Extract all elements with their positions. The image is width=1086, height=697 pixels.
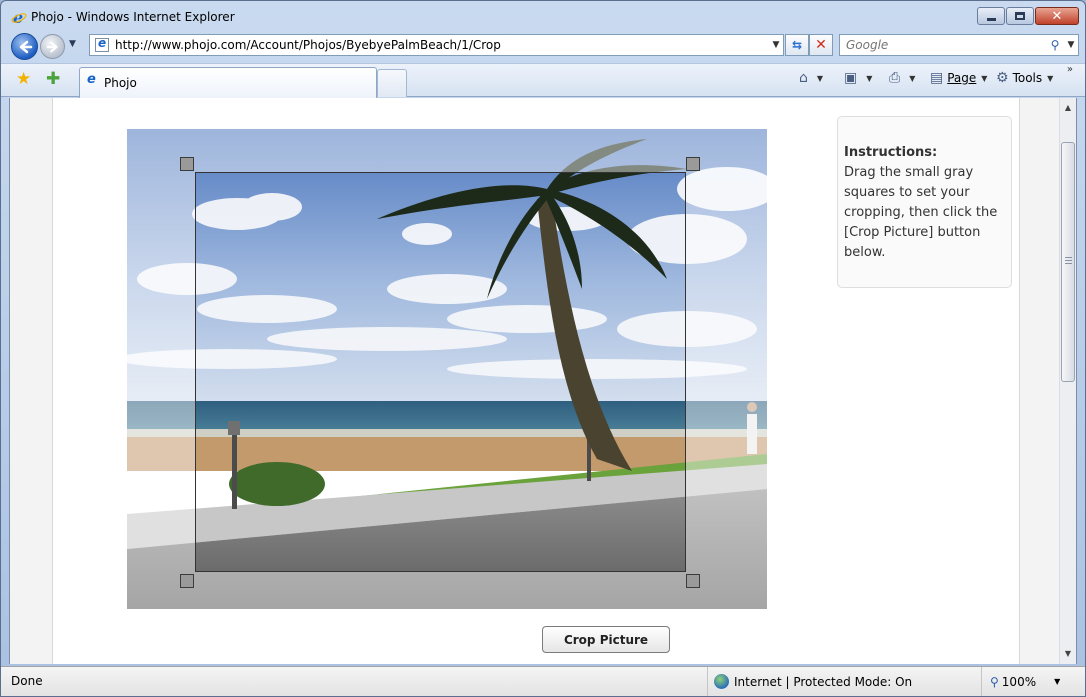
maximize-icon: [1015, 12, 1025, 20]
address-url[interactable]: http://www.phojo.com/Account/Phojos/Byeb…: [115, 38, 769, 52]
new-tab-button[interactable]: [377, 69, 407, 97]
forward-button[interactable]: [40, 34, 65, 59]
globe-icon: [714, 674, 729, 689]
status-bar: Done Internet | Protected Mode: On ⚲ 100…: [1, 666, 1085, 696]
title-bar: e Phojo - Windows Internet Explorer ✕: [1, 1, 1085, 31]
close-icon: ✕: [1051, 8, 1063, 24]
zoom-dropdown[interactable]: ▼: [1054, 677, 1060, 686]
feeds-button[interactable]: ▣ ▼: [844, 71, 872, 85]
navigation-bar: ▼ http://www.phojo.com/Account/Phojos/By…: [1, 31, 1085, 61]
window-title: Phojo - Windows Internet Explorer: [31, 10, 235, 24]
zone-text: Internet | Protected Mode: On: [734, 674, 913, 689]
crop-shade-top: [127, 129, 767, 172]
home-dropdown[interactable]: ▼: [817, 74, 823, 83]
page-menu[interactable]: ▤ Page ▼: [930, 71, 987, 85]
search-box[interactable]: ⚲ ▼: [839, 34, 1079, 56]
crop-handle-top-left[interactable]: [180, 157, 194, 171]
content-viewport: Instructions: Drag the small gray square…: [9, 98, 1077, 664]
tools-menu-label: Tools: [1012, 71, 1043, 85]
instructions-text: Drag the small gray squares to set your …: [844, 165, 998, 260]
refresh-button[interactable]: ⇆: [785, 34, 809, 56]
stop-icon: ✕: [815, 37, 827, 53]
close-button[interactable]: ✕: [1035, 7, 1079, 25]
crop-shade-bottom: [127, 572, 767, 609]
page-menu-icon: ▤: [930, 70, 944, 86]
back-button[interactable]: [11, 33, 38, 60]
instructions-title: Instructions:: [844, 145, 938, 160]
window-controls: ✕: [977, 7, 1079, 25]
tab-phojo[interactable]: Phojo: [79, 67, 377, 98]
address-dropdown[interactable]: ▼: [769, 40, 783, 50]
forward-arrow-icon: [46, 41, 58, 52]
minimize-button[interactable]: [977, 7, 1005, 25]
web-page: Instructions: Drag the small gray square…: [52, 98, 1020, 664]
tab-label: Phojo: [104, 76, 137, 90]
scroll-down-button[interactable]: ▼: [1060, 646, 1076, 662]
vertical-scrollbar[interactable]: ▲ ▼: [1059, 98, 1076, 664]
feeds-dropdown[interactable]: ▼: [866, 74, 872, 83]
crop-shade-right: [686, 172, 767, 572]
rss-icon: ▣: [844, 70, 858, 86]
magnifier-icon[interactable]: ⚲: [1046, 38, 1064, 52]
home-icon: ⌂: [799, 70, 808, 86]
browser-window: e Phojo - Windows Internet Explorer ✕ ▼ …: [0, 0, 1086, 697]
tools-dropdown-arrow: ▼: [1047, 73, 1054, 83]
print-button[interactable]: ⎙ ▼: [889, 71, 915, 85]
scroll-grip: [1065, 257, 1072, 266]
star-icon[interactable]: ★: [16, 71, 31, 88]
tools-menu[interactable]: ⚙ Tools ▼: [996, 71, 1053, 85]
address-bar[interactable]: http://www.phojo.com/Account/Phojos/Byeb…: [89, 34, 784, 56]
scroll-up-button[interactable]: ▲: [1060, 100, 1076, 116]
zoom-level: 100%: [1001, 674, 1037, 689]
crop-handle-bottom-right[interactable]: [686, 574, 700, 588]
stop-button[interactable]: ✕: [809, 34, 833, 56]
page-dropdown-arrow: ▼: [981, 73, 988, 83]
command-bar-overflow[interactable]: »: [1067, 64, 1073, 75]
crop-shade-left: [127, 172, 195, 572]
gear-icon: ⚙: [996, 70, 1009, 86]
zoom-control[interactable]: ⚲ 100% ▼: [981, 667, 1081, 696]
printer-icon: ⎙: [889, 70, 901, 86]
instructions-panel: Instructions: Drag the small gray square…: [837, 116, 1012, 288]
zoom-icon: ⚲: [990, 674, 999, 689]
back-arrow-icon: [19, 40, 32, 53]
maximize-button[interactable]: [1006, 7, 1034, 25]
search-options-dropdown[interactable]: ▼: [1064, 40, 1078, 50]
home-button[interactable]: ⌂ ▼: [799, 71, 823, 85]
tab-bar: ★ ✚ Phojo ⌂▼ ▣▼ ⎙▼ ▤ Page ▼ ⚙ Tools ▼ »: [1, 63, 1085, 98]
page-menu-label: Page: [947, 71, 977, 85]
minimize-icon: [986, 17, 996, 21]
refresh-icon: ⇆: [791, 38, 803, 52]
scroll-thumb[interactable]: [1061, 142, 1075, 382]
status-text: Done: [11, 674, 43, 688]
crop-selection[interactable]: [195, 172, 686, 572]
ie-page-icon: [86, 72, 100, 90]
photo-crop-area[interactable]: [127, 129, 767, 609]
crop-handle-bottom-left[interactable]: [180, 574, 194, 588]
crop-picture-button[interactable]: Crop Picture: [542, 626, 670, 653]
search-input[interactable]: [840, 38, 1046, 52]
recent-pages-dropdown[interactable]: ▼: [69, 39, 76, 49]
add-favorite-icon[interactable]: ✚: [46, 71, 60, 88]
crop-handle-top-right[interactable]: [686, 157, 700, 171]
page-icon: [95, 36, 109, 52]
print-dropdown[interactable]: ▼: [909, 74, 915, 83]
security-zone[interactable]: Internet | Protected Mode: On: [707, 667, 979, 696]
ie-logo-icon: e: [11, 9, 27, 25]
